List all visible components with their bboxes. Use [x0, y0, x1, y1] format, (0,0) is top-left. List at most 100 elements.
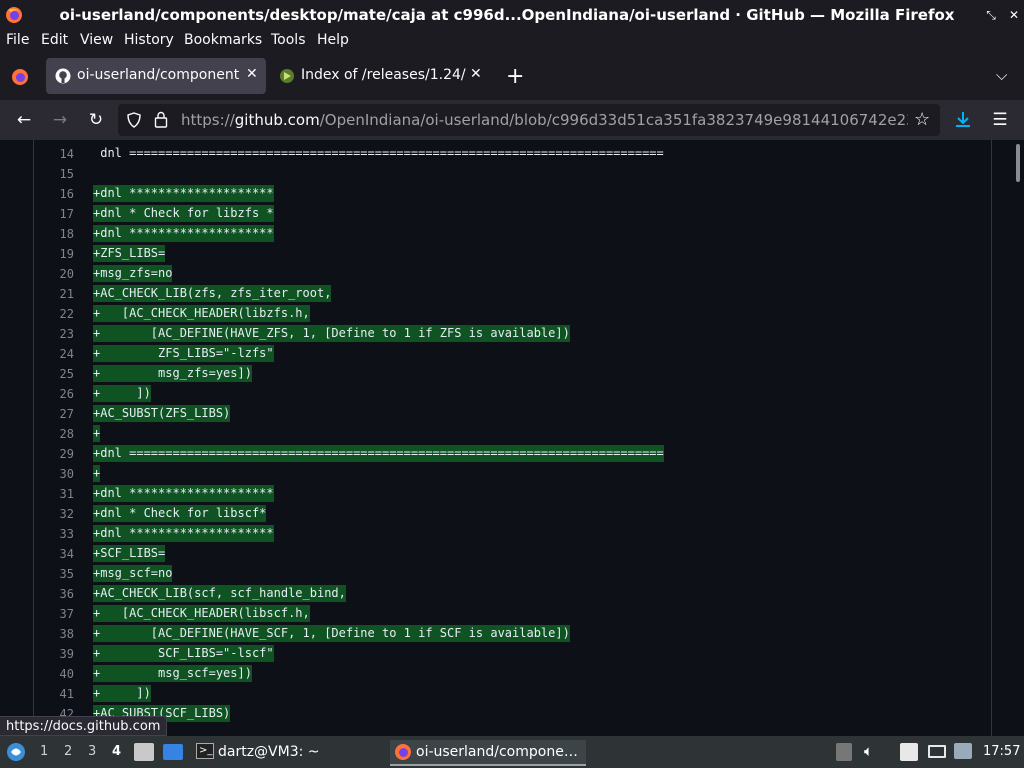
menu-hamburger-icon[interactable]: ☰ — [990, 110, 1010, 130]
line-number[interactable]: 24 — [34, 347, 74, 361]
code-text: +dnl ******************** — [93, 525, 274, 542]
menu-help[interactable]: Help — [317, 32, 349, 48]
code-text: +ZFS_LIBS= — [93, 245, 166, 262]
line-number[interactable]: 22 — [34, 307, 74, 321]
code-line: 18 +dnl ******************** — [34, 224, 984, 244]
status-link-preview: https://docs.github.com — [0, 716, 168, 736]
file-manager-icon[interactable] — [134, 743, 154, 761]
line-number[interactable]: 29 — [34, 447, 74, 461]
shield-icon[interactable] — [126, 112, 142, 128]
code-line: 31 +dnl ******************** — [34, 484, 984, 504]
tab-label: oi-userland/components/ — [77, 67, 239, 83]
close-window-icon[interactable]: ✕ — [1006, 7, 1022, 23]
line-number[interactable]: 38 — [34, 627, 74, 641]
tab-releases[interactable]: Index of /releases/1.24/ ✕ — [270, 58, 492, 94]
minimize-icon[interactable]: ⤡ — [983, 7, 999, 23]
reload-icon[interactable]: ↻ — [86, 110, 106, 130]
line-number[interactable]: 14 — [34, 147, 74, 161]
code-line: 29 +dnl =================================… — [34, 444, 984, 464]
code-line: 38 + [AC_DEFINE(HAVE_SCF, 1, [Define to 1… — [34, 624, 984, 644]
workspace-3[interactable]: 3 — [88, 744, 96, 759]
code-line: 30 + — [34, 464, 984, 484]
menu-edit[interactable]: Edit — [41, 32, 68, 48]
volume-icon[interactable]: 🔈︎ — [864, 742, 873, 760]
close-tab-icon[interactable]: ✕ — [246, 66, 258, 82]
code-line: 21 +AC_CHECK_LIB(zfs, zfs_iter_root, — [34, 284, 984, 304]
code-line: 34 +SCF_LIBS= — [34, 544, 984, 564]
network-icon[interactable] — [928, 745, 946, 758]
line-number[interactable]: 35 — [34, 567, 74, 581]
menu-view[interactable]: View — [80, 32, 113, 48]
line-number[interactable]: 23 — [34, 327, 74, 341]
line-number[interactable]: 19 — [34, 247, 74, 261]
code-line: 39 + SCF_LIBS="-lscf" — [34, 644, 984, 664]
task-firefox[interactable]: oi-userland/compone… — [390, 740, 586, 766]
code-text: + ]) — [93, 385, 151, 402]
line-number[interactable]: 15 — [34, 167, 74, 181]
forward-icon[interactable]: → — [50, 110, 70, 130]
navigation-bar: ← → ↻ https://github.com/OpenIndiana/oi-… — [0, 100, 1024, 140]
menu-file[interactable]: File — [6, 32, 29, 48]
line-number[interactable]: 18 — [34, 227, 74, 241]
downloads-icon[interactable] — [954, 110, 972, 130]
code-text: +AC_CHECK_LIB(zfs, zfs_iter_root, — [93, 285, 332, 302]
code-line: 16 +dnl ******************** — [34, 184, 984, 204]
code-text: + — [93, 425, 101, 442]
line-number[interactable]: 41 — [34, 687, 74, 701]
line-number[interactable]: 25 — [34, 367, 74, 381]
line-number[interactable]: 31 — [34, 487, 74, 501]
line-number[interactable]: 34 — [34, 547, 74, 561]
updates-icon[interactable] — [954, 743, 972, 759]
tab-github[interactable]: oi-userland/components/ ✕ — [46, 58, 266, 94]
code-line: 14 dnl =================================… — [34, 144, 984, 164]
code-text: +dnl ******************** — [93, 185, 274, 202]
code-line: 35 +msg_scf=no — [34, 564, 984, 584]
line-number[interactable]: 16 — [34, 187, 74, 201]
line-number[interactable]: 30 — [34, 467, 74, 481]
show-desktop-icon[interactable] — [163, 744, 183, 760]
line-number[interactable]: 40 — [34, 667, 74, 681]
url-bar[interactable]: https://github.com/OpenIndiana/oi-userla… — [118, 104, 940, 136]
clipboard-icon[interactable] — [836, 743, 852, 761]
line-number[interactable]: 39 — [34, 647, 74, 661]
code-text: + msg_scf=yes]) — [93, 665, 252, 682]
line-number[interactable]: 21 — [34, 287, 74, 301]
code-line: 41 + ]) — [34, 684, 984, 704]
line-number[interactable]: 26 — [34, 387, 74, 401]
menu-history[interactable]: History — [124, 32, 174, 48]
line-number[interactable]: 20 — [34, 267, 74, 281]
close-tab-icon[interactable]: ✕ — [470, 66, 482, 82]
line-number[interactable]: 27 — [34, 407, 74, 421]
code-line: 15 — [34, 164, 984, 184]
start-menu-icon[interactable] — [6, 742, 26, 762]
notes-icon[interactable] — [900, 743, 918, 761]
lock-icon[interactable] — [154, 111, 168, 128]
list-all-tabs-icon[interactable]: ⌵ — [996, 66, 1007, 84]
workspace-1[interactable]: 1 — [40, 744, 48, 759]
task-terminal[interactable]: >_ dartz@VM3: ~ — [192, 740, 372, 766]
line-number[interactable]: 17 — [34, 207, 74, 221]
line-number[interactable]: 36 — [34, 587, 74, 601]
menu-bookmarks[interactable]: Bookmarks — [184, 32, 262, 48]
line-number[interactable]: 28 — [34, 427, 74, 441]
workspace-4[interactable]: 4 — [112, 744, 121, 759]
page-content: 14 dnl =================================… — [0, 140, 1024, 736]
line-number[interactable]: 33 — [34, 527, 74, 541]
scrollbar-thumb[interactable] — [1016, 144, 1020, 182]
code-text: + [AC_DEFINE(HAVE_SCF, 1, [Define to 1 i… — [93, 625, 570, 642]
code-line: 24 + ZFS_LIBS="-lzfs" — [34, 344, 984, 364]
back-icon[interactable]: ← — [14, 110, 34, 130]
line-number[interactable]: 37 — [34, 607, 74, 621]
url-text[interactable]: https://github.com/OpenIndiana/oi-userla… — [181, 111, 908, 129]
code-line: 17 +dnl * Check for libzfs * — [34, 204, 984, 224]
code-line: 28 + — [34, 424, 984, 444]
menu-tools[interactable]: Tools — [271, 32, 306, 48]
firefox-icon — [395, 744, 411, 760]
code-line: 25 + msg_zfs=yes]) — [34, 364, 984, 384]
menu-bar: File Edit View History Bookmarks Tools H… — [0, 30, 1024, 52]
workspace-2[interactable]: 2 — [64, 744, 72, 759]
bookmark-star-icon[interactable]: ☆ — [914, 109, 930, 130]
new-tab-icon[interactable]: + — [506, 64, 524, 89]
firefox-view-icon[interactable] — [11, 68, 29, 86]
line-number[interactable]: 32 — [34, 507, 74, 521]
